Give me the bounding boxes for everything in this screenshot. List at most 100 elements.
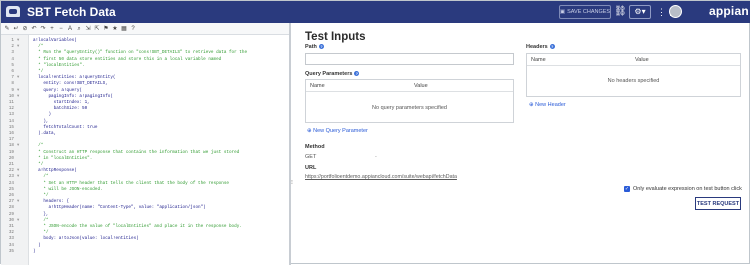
- zoom-in-icon[interactable]: +: [49, 25, 55, 33]
- code-line: /*: [33, 143, 44, 149]
- collapse-icon[interactable]: ⇱: [94, 25, 100, 33]
- line-number: 12: [8, 106, 14, 112]
- code-line: * JSON-encode the value of "localEntitie…: [33, 224, 242, 229]
- evaluate-on-click-checkbox[interactable]: ✓: [624, 186, 630, 192]
- save-changes-button[interactable]: ▣ SAVE CHANGES: [559, 5, 611, 19]
- editor-toolbar: ✎ ↵ ⊘ ↶ ↷ + − A ⌕ ⇲ ⇱ ⚑ ★ ▦?: [1, 23, 289, 35]
- line-number: 4: [11, 56, 14, 62]
- code-line: ),: [33, 118, 49, 124]
- fold-toggle-icon[interactable]: ▾: [17, 174, 19, 179]
- code-line: headers: {: [33, 199, 70, 205]
- fold-toggle-icon[interactable]: ▾: [17, 88, 19, 93]
- line-number: 26: [8, 193, 14, 198]
- code-line: body: a!toJson(value: local!entities): [33, 236, 139, 242]
- redo-icon[interactable]: ↷: [40, 25, 46, 33]
- code-line: entity: cons!SBT_DETAILS,: [33, 81, 108, 87]
- save-changes-label: SAVE CHANGES: [567, 9, 611, 15]
- fold-toggle-icon[interactable]: ▾: [17, 94, 19, 99]
- wrap-icon[interactable]: ↵: [13, 25, 19, 33]
- fold-toggle-icon[interactable]: ▾: [17, 75, 19, 80]
- url-value[interactable]: https://portfolioentdemo.appiancloud.com…: [305, 174, 457, 180]
- headers-grid: Name Value No headers specified: [526, 53, 741, 97]
- code-line: query: a!query(: [33, 87, 82, 93]
- fold-toggle-icon[interactable]: ▾: [17, 143, 19, 148]
- code-line: */: [33, 230, 49, 236]
- fold-toggle-icon[interactable]: ▾: [17, 199, 19, 204]
- line-number: 21: [8, 162, 14, 167]
- line-number: 10: [8, 93, 14, 99]
- code-line: * Construct an HTTP response that contai…: [33, 149, 240, 155]
- zoom-out-icon[interactable]: −: [58, 25, 64, 33]
- line-number: 35: [8, 248, 14, 254]
- method-value: GET: [305, 154, 317, 160]
- code-line: * first 50 data store entities and store…: [33, 56, 222, 62]
- link-icon[interactable]: ⛓: [614, 5, 627, 19]
- line-number: 27: [8, 199, 14, 205]
- user-avatar[interactable]: [669, 5, 682, 18]
- line-number: 1: [11, 38, 14, 43]
- expand-icon[interactable]: ⇲: [85, 25, 91, 33]
- fold-toggle-icon[interactable]: ▾: [17, 44, 19, 49]
- test-request-button[interactable]: TEST REQUEST: [695, 197, 741, 210]
- test-inputs-title: Test Inputs: [305, 31, 366, 43]
- fold-toggle-icon[interactable]: ▾: [17, 168, 19, 173]
- line-number: 34: [8, 242, 14, 248]
- code-line: * in "localEntities".: [33, 155, 93, 161]
- code-line: * "localEntities".: [33, 62, 85, 68]
- code-line: ): [33, 112, 52, 118]
- expression-editor: ✎ ↵ ⊘ ↶ ↷ + − A ⌕ ⇲ ⇱ ⚑ ★ ▦? 1 ▾ a!localVariables(2 ▾ /*…: [1, 23, 291, 265]
- method-dropdown-icon[interactable]: ˯: [375, 152, 377, 158]
- top-bar: SBT Fetch Data ▣ SAVE CHANGES ⛓ ⚙▾ ⋮⋮ ap…: [1, 1, 750, 23]
- new-header-link[interactable]: ⊕ New Header: [529, 102, 566, 108]
- help-icon[interactable]: ?: [130, 25, 136, 33]
- comment-icon[interactable]: ⊘: [22, 25, 28, 33]
- line-number: 9: [11, 87, 14, 93]
- test-inputs-panel: Test Inputs Path? Query Parameters? Name…: [293, 23, 750, 265]
- code-line: fetchTotalCount: true: [33, 124, 98, 130]
- save-icon: ▣: [559, 9, 566, 15]
- column-header-value: Value: [635, 57, 649, 63]
- code-line: pagingInfo: a!pagingInfo(: [33, 93, 113, 99]
- code-line: /*: [33, 217, 49, 223]
- settings-gear-button[interactable]: ⚙▾: [629, 5, 651, 19]
- column-header-name: Name: [310, 83, 325, 89]
- line-number: 24: [8, 180, 14, 186]
- line-number: 32: [8, 230, 14, 236]
- fold-toggle-icon[interactable]: ▾: [17, 38, 19, 43]
- line-number: 2: [11, 44, 14, 50]
- code-line: ): [33, 242, 41, 248]
- help-icon[interactable]: ?: [318, 44, 324, 50]
- code-line: a!httpResponse(: [33, 168, 77, 174]
- code-line: ): [33, 248, 36, 254]
- format-icon[interactable]: ✎: [4, 25, 10, 33]
- undo-icon[interactable]: ↶: [31, 25, 37, 33]
- line-number: 33: [8, 236, 14, 242]
- line-number: 11: [8, 100, 14, 105]
- code-line: */: [33, 162, 44, 167]
- grid-header: Name Value: [527, 54, 740, 66]
- page-title: SBT Fetch Data: [27, 5, 116, 19]
- grid-header: Name Value: [306, 80, 513, 92]
- code-line: },: [33, 211, 49, 217]
- new-query-parameter-link[interactable]: ⊕ New Query Parameter: [307, 128, 368, 134]
- column-header-name: Name: [531, 57, 546, 63]
- code-line: * will be JSON-encoded.: [33, 186, 103, 192]
- path-input[interactable]: [305, 53, 514, 65]
- line-number: 30: [8, 217, 14, 223]
- grid-icon[interactable]: ▦: [121, 25, 127, 33]
- line-number: 5: [11, 62, 14, 68]
- bookmark-icon[interactable]: ⚑: [103, 25, 109, 33]
- line-number: 22: [8, 168, 14, 174]
- query-parameters-grid: Name Value No query parameters specified: [305, 79, 514, 123]
- code-line: */: [33, 69, 44, 74]
- line-number: 31: [8, 224, 14, 229]
- help-icon[interactable]: ?: [549, 44, 555, 50]
- star-icon[interactable]: ★: [112, 25, 118, 33]
- line-number: 15: [8, 124, 14, 130]
- fold-toggle-icon[interactable]: ▾: [17, 218, 19, 223]
- search-icon[interactable]: ⌕: [76, 25, 82, 33]
- font-icon[interactable]: A: [67, 25, 73, 33]
- line-number: 23: [8, 174, 14, 180]
- help-icon[interactable]: ?: [354, 71, 360, 77]
- line-number: 3: [11, 50, 14, 56]
